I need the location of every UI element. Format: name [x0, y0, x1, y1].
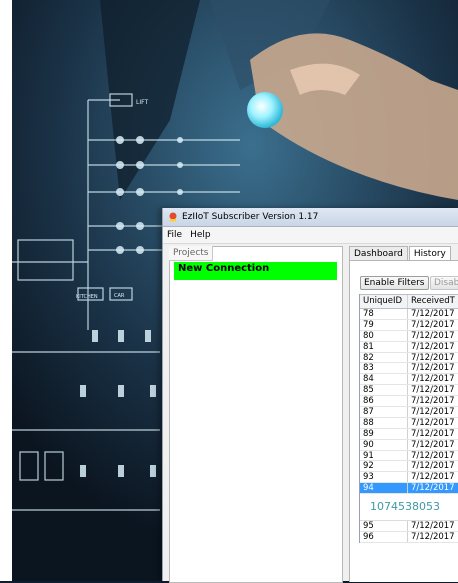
cell-received: 7/12/2017 — [408, 320, 458, 330]
cell-received: 7/12/2017 — [408, 418, 458, 428]
bg-label-kitchen: KITCHEN — [76, 294, 98, 300]
cell-uniqueid: 88 — [360, 417, 408, 428]
cell-uniqueid: 86 — [360, 396, 408, 407]
cell-received: 7/12/2017 — [408, 396, 458, 406]
cell-received: 7/12/2017 — [408, 407, 458, 417]
app-window: EzIIoT Subscriber Version 1.17 File Help… — [162, 208, 458, 583]
cell-received: 7/12/2017 — [408, 532, 458, 542]
cell-uniqueid: 95 — [360, 521, 408, 532]
table-row[interactable]: 96 7/12/2017 — [360, 532, 458, 543]
title-bar[interactable]: EzIIoT Subscriber Version 1.17 — [163, 208, 458, 227]
cell-uniqueid: 81 — [360, 341, 408, 352]
selected-row-detail: 1074538053 — [360, 494, 458, 522]
table-row[interactable]: 85 7/12/2017 — [360, 385, 458, 397]
cell-uniqueid: 92 — [360, 461, 408, 472]
menu-file[interactable]: File — [163, 230, 186, 240]
window-title: EzIIoT Subscriber Version 1.17 — [182, 212, 319, 222]
cell-received: 7/12/2017 — [408, 429, 458, 439]
cell-received: 7/12/2017 — [408, 309, 458, 319]
table-row[interactable]: 83 7/12/2017 — [360, 363, 458, 375]
table-row[interactable]: 93 7/12/2017 — [360, 472, 458, 484]
project-item-new-connection[interactable]: New Connection — [174, 262, 337, 280]
table-row[interactable]: 95 7/12/2017 — [360, 521, 458, 533]
table-row[interactable]: 90 7/12/2017 — [360, 439, 458, 451]
tab-projects[interactable]: Projects — [169, 246, 214, 261]
cell-received: 7/12/2017 — [408, 363, 458, 374]
cell-received: 7/12/2017 — [408, 521, 458, 531]
cell-received: 7/12/2017 — [408, 342, 458, 352]
disable-filters-button[interactable]: Disab — [430, 276, 458, 290]
table-header: UniqueID ReceivedT — [360, 294, 458, 309]
left-white-strip — [0, 0, 12, 581]
enable-filters-button[interactable]: Enable Filters — [360, 276, 429, 290]
cell-received: 7/12/2017 — [408, 461, 458, 472]
cell-uniqueid: 96 — [360, 532, 408, 542]
cell-received: 7/12/2017 — [408, 331, 458, 341]
table-row[interactable]: 79 7/12/2017 — [360, 319, 458, 331]
history-table: UniqueID ReceivedT 78 7/12/2017 79 7/12/201… — [359, 294, 458, 543]
cell-uniqueid: 85 — [360, 385, 408, 396]
cell-uniqueid: 90 — [360, 439, 408, 450]
cell-received: 7/12/2017 — [408, 385, 458, 395]
cell-uniqueid: 89 — [360, 428, 408, 439]
table-row[interactable]: 82 7/12/2017 — [360, 352, 458, 364]
table-row[interactable]: 78 7/12/2017 — [360, 309, 458, 320]
cell-uniqueid: 80 — [360, 330, 408, 341]
column-header-uniqueid[interactable]: UniqueID — [360, 295, 408, 308]
cell-received: 7/12/2017 — [408, 374, 458, 384]
bg-label-lift: LIFT — [136, 99, 148, 106]
cell-uniqueid: 82 — [360, 352, 408, 363]
table-row[interactable]: 86 7/12/2017 — [360, 396, 458, 408]
cell-received: 7/12/2017 — [408, 483, 458, 493]
cell-received: 7/12/2017 — [408, 451, 458, 461]
cell-uniqueid: 83 — [360, 363, 408, 374]
menu-bar: File Help — [163, 227, 458, 244]
table-row[interactable]: 84 7/12/2017 — [360, 374, 458, 386]
tab-dashboard[interactable]: Dashboard — [349, 246, 408, 261]
table-row[interactable]: 87 7/12/2017 — [360, 407, 458, 418]
cell-uniqueid: 79 — [360, 319, 408, 330]
table-row[interactable]: 94 7/12/2017 — [360, 483, 458, 495]
cell-uniqueid: 93 — [360, 472, 408, 483]
table-row[interactable]: 89 7/12/2017 — [360, 428, 458, 440]
cell-received: 7/12/2017 — [408, 472, 458, 482]
column-header-received[interactable]: ReceivedT — [408, 295, 458, 308]
app-icon — [169, 212, 177, 222]
cell-uniqueid: 84 — [360, 374, 408, 385]
cell-uniqueid: 94 — [360, 483, 408, 494]
table-row[interactable]: 81 7/12/2017 — [360, 341, 458, 353]
table-row[interactable]: 91 7/12/2017 — [360, 450, 458, 462]
cell-uniqueid: 87 — [360, 407, 408, 417]
bg-label-car: CAR — [114, 293, 125, 299]
projects-panel — [169, 246, 343, 583]
cell-received: 7/12/2017 — [408, 353, 458, 363]
table-row[interactable]: 80 7/12/2017 — [360, 330, 458, 342]
cell-uniqueid: 91 — [360, 450, 408, 461]
table-row[interactable]: 92 7/12/2017 — [360, 461, 458, 473]
table-row[interactable]: 88 7/12/2017 — [360, 417, 458, 429]
cell-received: 7/12/2017 — [408, 440, 458, 450]
cell-uniqueid: 78 — [360, 309, 408, 319]
menu-help[interactable]: Help — [186, 230, 215, 240]
